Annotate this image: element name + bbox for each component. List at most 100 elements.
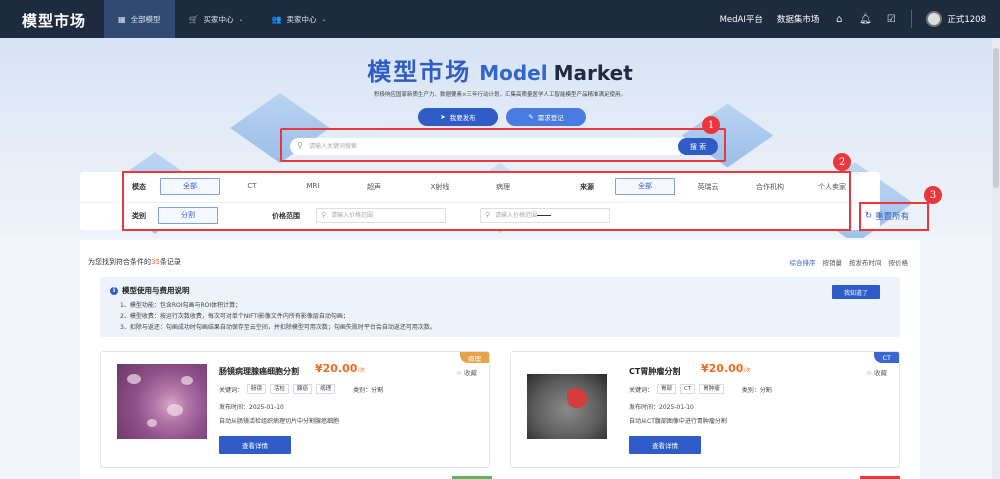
pen-icon: ✎ bbox=[528, 113, 534, 121]
star-icon: ☆ bbox=[866, 369, 872, 377]
decor-cell bbox=[147, 419, 157, 427]
model-price: ¥20.00/次 bbox=[701, 362, 751, 375]
bell-icon[interactable]: 🔔︎ bbox=[859, 13, 872, 25]
model-thumbnail bbox=[117, 364, 207, 439]
sort-sales[interactable]: 按销量 bbox=[823, 257, 843, 267]
refresh-icon: ↻ bbox=[865, 211, 873, 221]
star-icon: ☆ bbox=[456, 369, 462, 377]
decor-cell bbox=[127, 374, 141, 384]
favorite-button[interactable]: ☆ 收藏 bbox=[456, 367, 477, 377]
search-input[interactable] bbox=[309, 139, 659, 153]
usage-notice: i 模型使用与费用说明 1、模型功能：包含ROI勾画与ROI体积计算； 2、模型… bbox=[100, 277, 900, 337]
link-dataset-market[interactable]: 数据集市场 bbox=[777, 13, 820, 25]
username[interactable]: 正式1208 bbox=[947, 13, 986, 25]
user-icon: 👥 bbox=[271, 14, 282, 24]
title-en-market: Market bbox=[553, 61, 633, 85]
notice-line: 3、扣除与返还：勾画成功时勾画结果自动保存至云空间，并扣除模型可用次数；勾画失败… bbox=[120, 324, 436, 331]
model-title[interactable]: CT胃肿瘤分割 bbox=[629, 366, 680, 377]
keywords-row: 关键词： 胃部 CT 胃肿瘤 类别：分割 bbox=[629, 384, 772, 394]
main-nav: ▦ 全部模型 🛒 买家中心 ⌄ 👥 卖家中心 ⌄ bbox=[104, 0, 341, 38]
publish-label: 我要发布 bbox=[449, 114, 476, 122]
model-card[interactable]: 病理 肠镜病理腺癌细胞分割 ¥20.00/次 ☆ 收藏 关键词： 肠镜 活检 腺… bbox=[100, 351, 490, 468]
keyword-chip: 胃肿瘤 bbox=[699, 384, 724, 394]
decor-cell bbox=[181, 376, 193, 385]
divider bbox=[911, 10, 913, 28]
demand-register-button[interactable]: ✎ 需求登记 bbox=[506, 108, 586, 126]
search-button[interactable]: 搜 索 bbox=[678, 138, 718, 155]
sort-options: 综合排序 按销量 按发布时间 按价格 bbox=[790, 257, 909, 267]
filter-highlight-box bbox=[122, 171, 851, 231]
price-value: ¥20.00 bbox=[701, 362, 744, 375]
price-unit: /次 bbox=[357, 368, 365, 374]
search-highlight-box: ⚲ 搜 索 bbox=[280, 128, 726, 162]
view-details-button[interactable]: 查看详情 bbox=[629, 436, 701, 454]
top-navigation-bar: 模型市场 ▦ 全部模型 🛒 买家中心 ⌄ 👥 卖家中心 ⌄ MedAI平台 数据… bbox=[0, 0, 1000, 38]
model-title[interactable]: 肠镜病理腺癌细胞分割 bbox=[219, 366, 299, 377]
favorite-button[interactable]: ☆ 收藏 bbox=[866, 367, 887, 377]
hero-subtitle: 积极响应国家新质生产力、数据要素×三年行动计划，汇集高质量医学人工智能模型产品精… bbox=[373, 92, 627, 98]
modality-tag: CT bbox=[874, 352, 899, 363]
keywords-label: 关键词： bbox=[629, 386, 654, 394]
keyword-chip: CT bbox=[680, 384, 696, 394]
result-prefix: 为您找到符合条件的 bbox=[88, 258, 151, 266]
reset-highlight-box: ↻ 重置所有 bbox=[859, 202, 929, 231]
nav-seller-center[interactable]: 👥 卖家中心 ⌄ bbox=[258, 0, 341, 38]
price-value: ¥20.00 bbox=[315, 362, 358, 375]
home-icon[interactable]: ⌂ bbox=[833, 13, 845, 25]
info-icon: i bbox=[110, 286, 118, 295]
title-en-model: Model bbox=[479, 61, 548, 85]
decor-organ bbox=[567, 388, 587, 408]
result-suffix: 条记录 bbox=[159, 258, 181, 266]
nav-all-models[interactable]: ▦ 全部模型 bbox=[104, 0, 175, 38]
view-details-button[interactable]: 查看详情 bbox=[219, 436, 291, 454]
scrollbar-thumb[interactable] bbox=[993, 48, 999, 188]
keywords-row: 关键词： 肠镜 活检 腺癌 病理 类别：分割 bbox=[219, 384, 383, 394]
grid-icon: ▦ bbox=[118, 14, 126, 24]
notice-title: i 模型使用与费用说明 bbox=[110, 285, 190, 296]
reset-label: 重置所有 bbox=[875, 212, 910, 222]
chevron-down-icon: ⌄ bbox=[238, 15, 244, 23]
result-number: 35 bbox=[151, 258, 160, 266]
model-card[interactable]: CT CT胃肿瘤分割 ¥20.00/次 ☆ 收藏 关键词： 胃部 CT 胃肿瘤 … bbox=[510, 351, 900, 468]
model-category: 类别：分割 bbox=[741, 386, 772, 394]
sort-price[interactable]: 按价格 bbox=[889, 257, 909, 267]
avatar[interactable] bbox=[926, 11, 943, 27]
nav-label: 全部模型 bbox=[130, 14, 161, 24]
model-category: 类别：分割 bbox=[353, 386, 384, 394]
edit-icon[interactable]: ☑ bbox=[885, 13, 897, 25]
publish-date: 发布时间：2025-01-10 bbox=[629, 404, 694, 411]
model-price: ¥20.00/次 bbox=[315, 362, 365, 375]
acknowledge-button[interactable]: 我知道了 bbox=[832, 285, 880, 299]
reset-all-button[interactable]: ↻ 重置所有 bbox=[865, 210, 909, 222]
favorite-label: 收藏 bbox=[464, 369, 477, 377]
modality-tag: 病理 bbox=[460, 352, 489, 363]
page-title: 模型市场 Model Market bbox=[0, 52, 1000, 87]
annotation-badge-1: 1 bbox=[702, 116, 720, 134]
keyword-chip: 胃部 bbox=[657, 384, 677, 394]
scrollbar[interactable] bbox=[992, 38, 1000, 479]
results-panel: 为您找到符合条件的35条记录 综合排序 按销量 按发布时间 按价格 i 模型使用… bbox=[80, 240, 920, 479]
keywords-label: 关键词： bbox=[219, 386, 244, 394]
keyword-chip: 活检 bbox=[270, 384, 290, 394]
sort-comprehensive[interactable]: 综合排序 bbox=[790, 257, 816, 267]
publish-button[interactable]: ➤ 我要发布 bbox=[418, 108, 498, 126]
model-thumbnail bbox=[527, 374, 607, 439]
nav-label: 买家中心 bbox=[203, 14, 234, 24]
site-logo[interactable]: 模型市场 bbox=[22, 10, 86, 31]
search-bar: ⚲ 搜 索 bbox=[290, 138, 718, 155]
send-icon: ➤ bbox=[440, 113, 446, 121]
top-right-nav: MedAI平台 数据集市场 ⌂ 🔔︎ ☑ 正式1208 bbox=[720, 0, 1000, 38]
link-medai-platform[interactable]: MedAI平台 bbox=[720, 13, 763, 25]
publish-date: 发布时间：2025-01-10 bbox=[219, 404, 284, 411]
keyword-chip: 病理 bbox=[316, 384, 336, 394]
favorite-label: 收藏 bbox=[874, 369, 887, 377]
notice-title-text: 模型使用与费用说明 bbox=[122, 286, 190, 295]
sort-publish-time[interactable]: 按发布时间 bbox=[849, 257, 882, 267]
cart-icon: 🛒 bbox=[188, 14, 199, 24]
nav-buyer-center[interactable]: 🛒 买家中心 ⌄ bbox=[175, 0, 258, 38]
chevron-down-icon: ⌄ bbox=[321, 15, 327, 23]
search-icon: ⚲ bbox=[297, 141, 303, 150]
model-description: 自动从CT腹部图像中进行胃肿瘤分割 bbox=[629, 418, 727, 425]
keyword-chip: 腺癌 bbox=[293, 384, 313, 394]
price-unit: /次 bbox=[743, 368, 751, 374]
